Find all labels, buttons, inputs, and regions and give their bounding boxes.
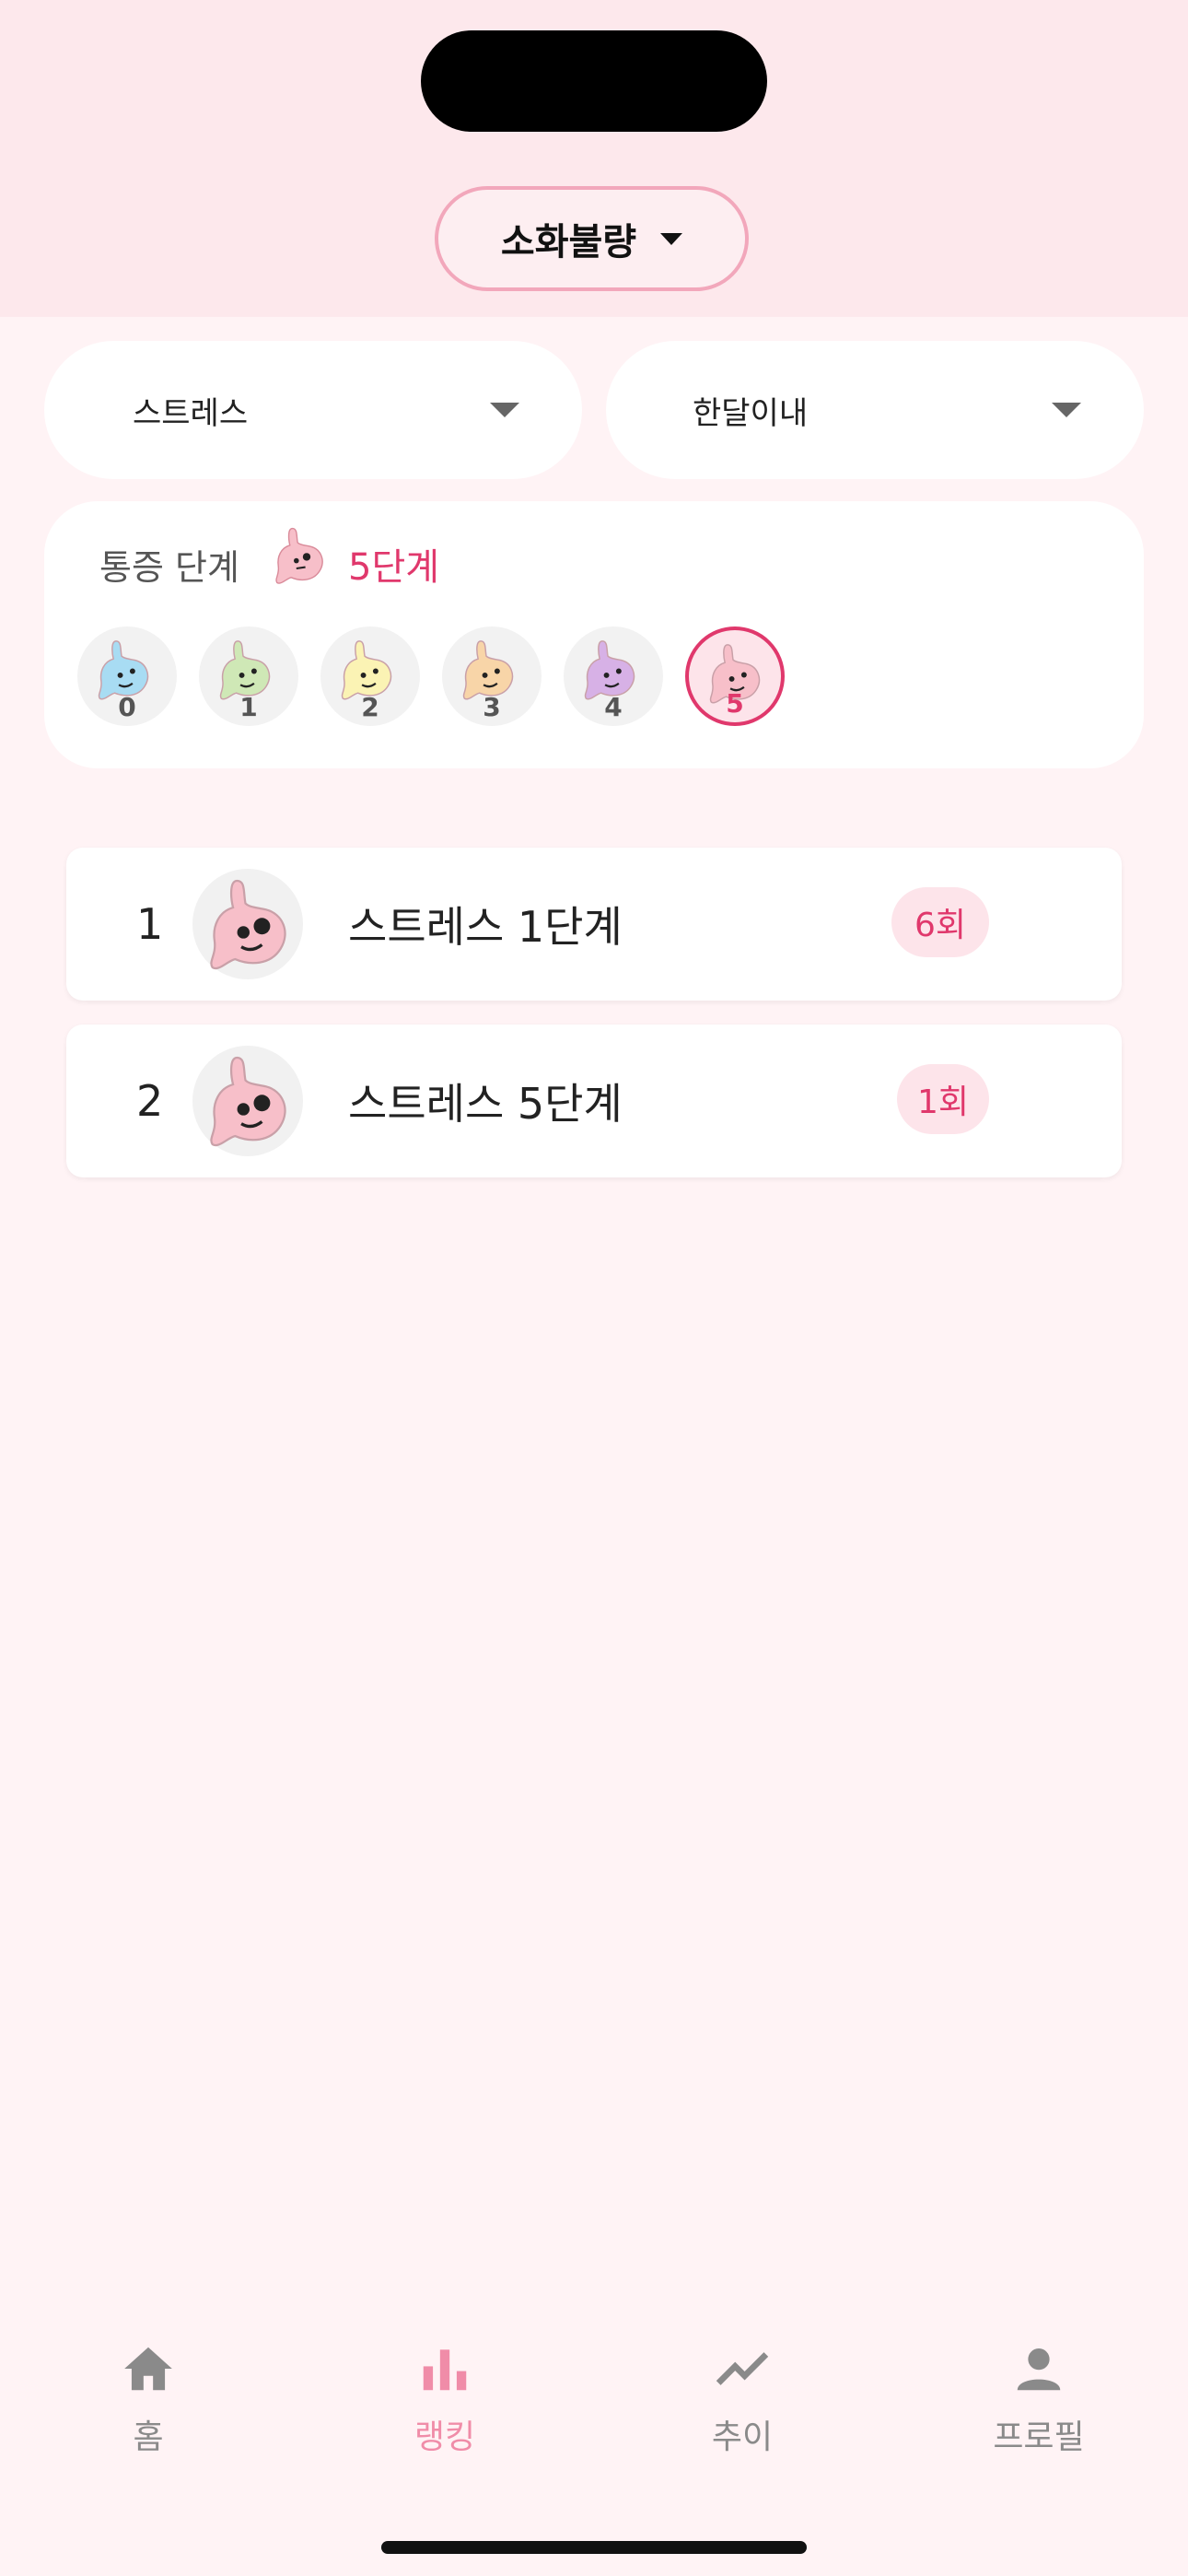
tab-ranking[interactable]: 랭킹 <box>353 2340 537 2488</box>
tab-trend-label: 추이 <box>711 2418 774 2456</box>
pain-level-selector: 0 1 2 3 4 5 <box>77 626 785 726</box>
rank-number: 2 <box>136 1076 164 1126</box>
dynamic-island <box>421 30 767 132</box>
pain-level-number: 4 <box>604 692 623 722</box>
chevron-down-icon <box>1052 403 1081 417</box>
pain-level-option[interactable]: 4 <box>564 626 663 726</box>
pain-level-option[interactable]: 5 <box>685 626 785 726</box>
pain-level-value: 5단계 <box>348 546 440 589</box>
stomach-character-icon <box>210 1056 286 1147</box>
pain-level-title: 통증 단계 <box>99 546 239 588</box>
ranking-row[interactable]: 2 스트레스 5단계 1회 <box>66 1025 1122 1177</box>
rank-number: 1 <box>136 899 164 949</box>
period-filter-label: 한달이내 <box>693 394 809 432</box>
bottom-tab-bar: 홈 랭킹 추이 프로필 <box>0 2322 1188 2576</box>
category-dropdown-label: 소화불량 <box>500 221 637 263</box>
chevron-down-icon <box>660 232 683 245</box>
home-icon <box>124 2347 172 2391</box>
avatar <box>192 869 303 979</box>
chevron-down-icon <box>490 403 519 417</box>
bar-chart-icon <box>423 2349 467 2391</box>
trend-icon <box>716 2352 769 2385</box>
period-filter-dropdown[interactable]: 한달이내 <box>606 341 1144 479</box>
pain-level-number: 2 <box>361 692 379 722</box>
person-icon <box>1017 2348 1061 2391</box>
count-badge: 1회 <box>897 1064 989 1134</box>
tab-profile[interactable]: 프로필 <box>947 2340 1131 2488</box>
rank-label: 스트레스 5단계 <box>348 1079 623 1129</box>
pain-level-option[interactable]: 0 <box>77 626 177 726</box>
tab-trend[interactable]: 추이 <box>650 2340 834 2488</box>
ranking-row[interactable]: 1 스트레스 1단계 6회 <box>66 848 1122 1001</box>
pain-level-option[interactable]: 1 <box>199 626 298 726</box>
pain-level-option[interactable]: 3 <box>442 626 542 726</box>
pain-level-number: 0 <box>118 692 136 722</box>
stomach-character-icon <box>275 527 323 584</box>
pain-level-number: 5 <box>726 688 744 719</box>
rank-label: 스트레스 1단계 <box>348 902 623 952</box>
tab-home-label: 홈 <box>133 2418 164 2456</box>
avatar <box>192 1046 303 1156</box>
home-indicator <box>381 2541 807 2554</box>
pain-level-option[interactable]: 2 <box>320 626 420 726</box>
pain-level-number: 1 <box>239 692 258 722</box>
pain-level-number: 3 <box>483 692 501 722</box>
tab-profile-label: 프로필 <box>993 2418 1085 2456</box>
stomach-character-icon <box>210 879 286 970</box>
trigger-filter-dropdown[interactable]: 스트레스 <box>44 341 582 479</box>
pain-level-card: 통증 단계 5단계 0 1 2 3 4 5 <box>44 501 1144 768</box>
tab-home[interactable]: 홈 <box>56 2340 240 2488</box>
category-dropdown[interactable]: 소화불량 <box>435 186 749 291</box>
tab-ranking-label: 랭킹 <box>413 2418 476 2456</box>
count-badge: 6회 <box>891 887 989 957</box>
trigger-filter-label: 스트레스 <box>133 394 249 432</box>
